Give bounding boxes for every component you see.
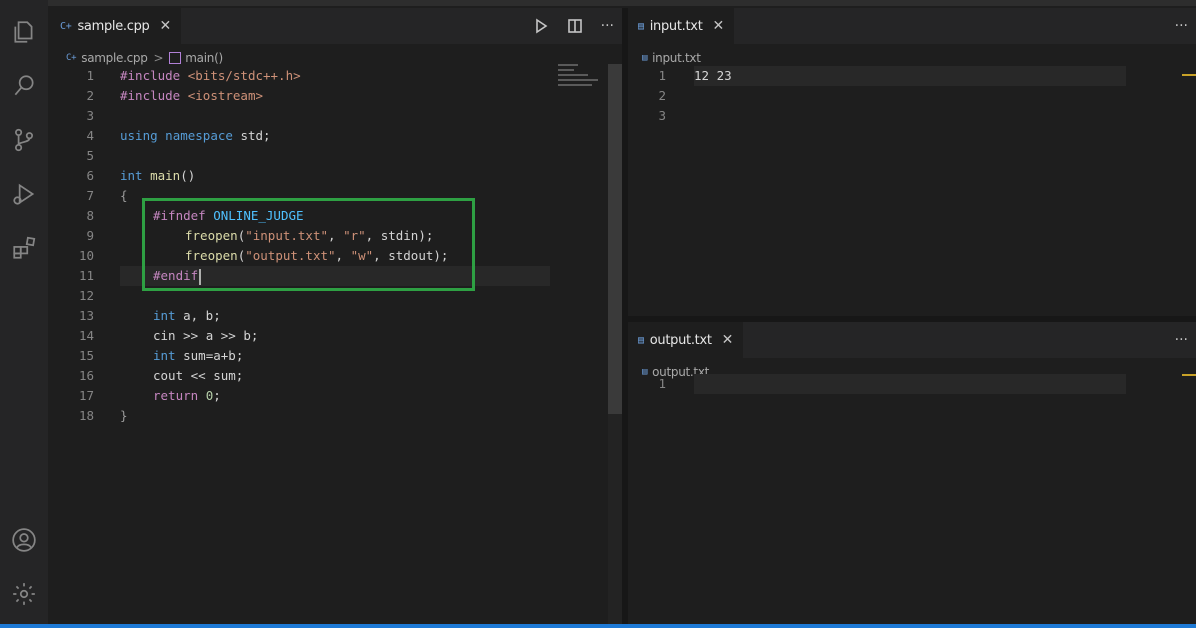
breadcrumb: ▤ input.txt xyxy=(642,48,701,68)
text-editor[interactable]: 1 xyxy=(628,374,1196,614)
editor-group-sample-cpp: C+ sample.cpp ✕ ··· C+ sample.cpp > main… xyxy=(50,8,622,624)
code-line: 4 using namespace std; xyxy=(50,126,550,146)
code-line: 2 #include <iostream> xyxy=(50,86,550,106)
editor-actions: ··· xyxy=(1175,8,1188,44)
code-line: 15 int sum=a+b; xyxy=(50,346,550,366)
code-editor[interactable]: 1 #include <bits/stdc++.h> 2 #include <ios… xyxy=(50,66,550,486)
breadcrumb-separator: > xyxy=(153,51,164,65)
line-number: 13 xyxy=(78,308,94,323)
close-icon[interactable]: ✕ xyxy=(713,18,725,34)
breadcrumb: C+ sample.cpp > main() xyxy=(66,48,223,68)
code-line: 18} xyxy=(50,406,550,426)
close-icon[interactable]: ✕ xyxy=(160,18,172,34)
activity-bar xyxy=(0,0,48,624)
editor-actions: ··· xyxy=(533,8,614,44)
line-number: 16 xyxy=(78,368,94,383)
account-icon[interactable] xyxy=(0,520,48,560)
tab-sample-cpp[interactable]: C+ sample.cpp ✕ xyxy=(50,8,181,44)
line-number: 14 xyxy=(78,328,94,343)
line-number: 3 xyxy=(658,108,666,123)
line-number: 11 xyxy=(78,268,94,283)
line-number: 9 xyxy=(86,228,94,243)
code-line: 13 int a, b; xyxy=(50,306,550,326)
code-line: 14 cin >> a >> b; xyxy=(50,326,550,346)
text-line: 1 12 23 xyxy=(628,66,1196,86)
more-actions-icon[interactable]: ··· xyxy=(601,18,614,34)
text-line: 2 xyxy=(628,86,1196,106)
run-debug-icon[interactable] xyxy=(0,174,48,214)
line-number: 2 xyxy=(86,88,94,103)
line-number: 1 xyxy=(658,376,666,391)
tab-output-txt[interactable]: ▤ output.txt ✕ xyxy=(628,322,744,358)
breadcrumb-symbol[interactable]: main() xyxy=(185,51,223,65)
tab-bar: ▤ input.txt ✕ ··· xyxy=(628,8,1196,44)
text-line: 1 xyxy=(628,374,1196,394)
overview-ruler-mark xyxy=(1182,74,1196,76)
function-symbol-icon xyxy=(169,52,182,64)
line-number: 1 xyxy=(86,68,94,83)
breadcrumb-file[interactable]: input.txt xyxy=(652,51,701,65)
text-editor[interactable]: 1 12 23 2 3 xyxy=(628,66,1196,306)
tab-bar: ▤ output.txt ✕ ··· xyxy=(628,322,1196,358)
line-number: 17 xyxy=(78,388,94,403)
extensions-icon[interactable] xyxy=(0,228,48,268)
line-number: 12 xyxy=(78,288,94,303)
line-number: 6 xyxy=(86,168,94,183)
tab-input-txt[interactable]: ▤ input.txt ✕ xyxy=(628,8,734,44)
tab-label: sample.cpp xyxy=(77,18,150,34)
explorer-icon[interactable] xyxy=(0,12,48,52)
vertical-scrollbar[interactable] xyxy=(608,64,622,414)
line-number: 7 xyxy=(86,188,94,203)
cpp-file-icon: C+ xyxy=(66,53,77,63)
highlight-box xyxy=(142,198,475,291)
editor-group-input-txt: ▤ input.txt ✕ ··· ▤ input.txt 1 12 23 2 3 xyxy=(628,8,1196,316)
editor-group-output-txt: ▤ output.txt ✕ ··· ▤ output.txt 1 xyxy=(628,322,1196,624)
editor-actions: ··· xyxy=(1175,322,1188,358)
tab-label: output.txt xyxy=(649,332,712,348)
settings-gear-icon[interactable] xyxy=(0,574,48,614)
line-number: 15 xyxy=(78,348,94,363)
title-strip xyxy=(0,0,1196,6)
code-line: 3 xyxy=(50,106,550,126)
breadcrumb-file[interactable]: sample.cpp xyxy=(81,51,148,65)
more-actions-icon[interactable]: ··· xyxy=(1175,18,1188,34)
code-line: 17 return 0; xyxy=(50,386,550,406)
status-bar xyxy=(0,624,1196,628)
cpp-file-icon: C+ xyxy=(60,20,72,32)
line-number: 1 xyxy=(658,68,666,83)
line-number: 4 xyxy=(86,128,94,143)
text-line: 3 xyxy=(628,106,1196,126)
tab-bar: C+ sample.cpp ✕ ··· xyxy=(50,8,622,44)
split-editor-icon[interactable] xyxy=(567,18,583,34)
line-number: 2 xyxy=(658,88,666,103)
text-file-icon: ▤ xyxy=(638,334,644,346)
code-line: 5 xyxy=(50,146,550,166)
code-line: 6 int main() xyxy=(50,166,550,186)
code-line: 16 cout << sum; xyxy=(50,366,550,386)
search-icon[interactable] xyxy=(0,66,48,106)
line-number: 18 xyxy=(78,408,94,423)
code-line: 1 #include <bits/stdc++.h> xyxy=(50,66,550,86)
overview-ruler-mark xyxy=(1182,374,1196,376)
close-icon[interactable]: ✕ xyxy=(722,332,734,348)
tab-label: input.txt xyxy=(649,18,703,34)
line-number: 8 xyxy=(86,208,94,223)
run-icon[interactable] xyxy=(533,18,549,34)
line-number: 10 xyxy=(78,248,94,263)
more-actions-icon[interactable]: ··· xyxy=(1175,332,1188,348)
line-number: 3 xyxy=(86,108,94,123)
line-number: 5 xyxy=(86,148,94,163)
minimap[interactable] xyxy=(558,64,606,124)
source-control-icon[interactable] xyxy=(0,120,48,160)
text-file-icon: ▤ xyxy=(642,53,648,63)
text-file-icon: ▤ xyxy=(638,20,644,32)
line-content: 12 23 xyxy=(694,68,732,83)
